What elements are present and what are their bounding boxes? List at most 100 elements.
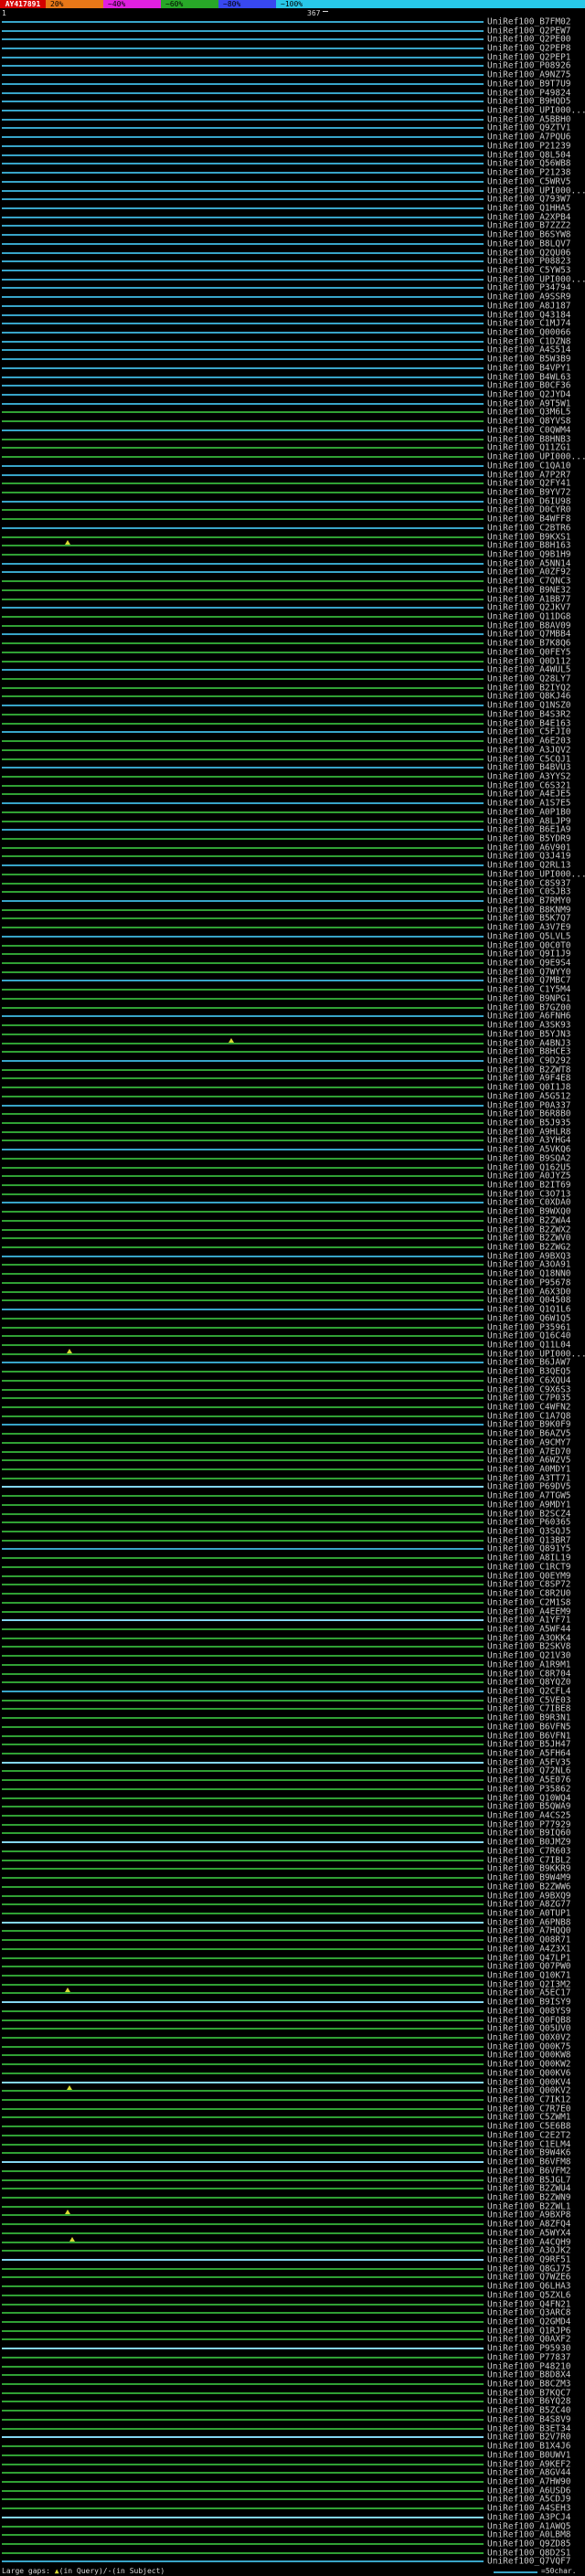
alignment-line[interactable] (2, 936, 484, 938)
alignment-line[interactable] (2, 1948, 484, 1950)
alignment-line[interactable] (2, 2507, 484, 2509)
alignment-line[interactable] (2, 616, 484, 618)
alignment-line[interactable] (2, 2552, 484, 2554)
alignment-line[interactable] (2, 1957, 484, 1959)
alignment-line[interactable] (2, 1478, 484, 1479)
alignment-line[interactable] (2, 2321, 484, 2323)
alignment-line[interactable] (2, 2054, 484, 2056)
alignment-line[interactable] (2, 1211, 484, 1213)
alignment-line[interactable] (2, 119, 484, 121)
alignment-line[interactable] (2, 2206, 484, 2208)
alignment-line[interactable] (2, 1389, 484, 1391)
alignment-line[interactable] (2, 1397, 484, 1399)
alignment-line[interactable] (2, 2366, 484, 2368)
alignment-line[interactable] (2, 411, 484, 413)
alignment-line[interactable] (2, 2392, 484, 2394)
alignment-line[interactable] (2, 207, 484, 209)
alignment-line[interactable] (2, 305, 484, 307)
alignment-line[interactable] (2, 323, 484, 324)
alignment-line[interactable] (2, 48, 484, 49)
alignment-line[interactable] (2, 2445, 484, 2447)
alignment-line[interactable] (2, 695, 484, 697)
alignment-line[interactable] (2, 1832, 484, 1834)
alignment-line[interactable] (2, 1291, 484, 1293)
alignment-line[interactable] (2, 217, 484, 218)
alignment-line[interactable] (2, 447, 484, 449)
alignment-line[interactable] (2, 92, 484, 94)
alignment-line[interactable] (2, 2526, 484, 2528)
alignment-line[interactable] (2, 1256, 484, 1257)
alignment-line[interactable] (2, 110, 484, 111)
alignment-line[interactable] (2, 589, 484, 591)
alignment-line[interactable] (2, 1513, 484, 1515)
alignment-line[interactable] (2, 855, 484, 857)
alignment-line[interactable] (2, 127, 484, 129)
alignment-line[interactable] (2, 1664, 484, 1666)
alignment-line[interactable] (2, 21, 484, 23)
alignment-line[interactable] (2, 1193, 484, 1195)
alignment-line[interactable] (2, 172, 484, 174)
alignment-line[interactable] (2, 1770, 484, 1772)
alignment-line[interactable] (2, 30, 484, 32)
alignment-line[interactable] (2, 642, 484, 644)
alignment-line[interactable] (2, 1344, 484, 1346)
alignment-line[interactable] (2, 1788, 484, 1790)
alignment-line[interactable] (2, 349, 484, 351)
alignment-line[interactable] (2, 2543, 484, 2545)
alignment-line[interactable] (2, 847, 484, 849)
alignment-line[interactable] (2, 1451, 484, 1453)
alignment-line[interactable] (2, 785, 484, 787)
alignment-line[interactable] (2, 2144, 484, 2146)
alignment-line[interactable] (2, 767, 484, 769)
alignment-line[interactable] (2, 1424, 484, 1426)
alignment-line[interactable] (2, 474, 484, 476)
alignment-line[interactable] (2, 2001, 484, 2003)
alignment-line[interactable] (2, 740, 484, 742)
alignment-line[interactable] (2, 811, 484, 813)
alignment-line[interactable] (2, 802, 484, 804)
alignment-line[interactable] (2, 429, 484, 431)
alignment-line[interactable] (2, 2419, 484, 2421)
alignment-line[interactable] (2, 793, 484, 795)
alignment-line[interactable] (2, 1744, 484, 1745)
alignment-line[interactable] (2, 1815, 484, 1817)
alignment-line[interactable] (2, 1619, 484, 1621)
alignment-line[interactable] (2, 2472, 484, 2474)
alignment-line[interactable] (2, 1628, 484, 1630)
alignment-line[interactable] (2, 1318, 484, 1320)
alignment-line[interactable] (2, 1540, 484, 1542)
alignment-line[interactable] (2, 2357, 484, 2359)
alignment-line[interactable] (2, 1700, 484, 1701)
alignment-line[interactable] (2, 1886, 484, 1888)
alignment-line[interactable] (2, 1966, 484, 1967)
alignment-line[interactable] (2, 705, 484, 706)
alignment-line[interactable] (2, 163, 484, 164)
alignment-line[interactable] (2, 1353, 484, 1355)
alignment-line[interactable] (2, 545, 484, 546)
alignment-line[interactable] (2, 1105, 484, 1107)
alignment-line[interactable] (2, 661, 484, 663)
alignment-line[interactable] (2, 2338, 484, 2340)
alignment-line[interactable] (2, 456, 484, 458)
alignment-line[interactable] (2, 633, 484, 635)
alignment-line[interactable] (2, 394, 484, 396)
alignment-line[interactable] (2, 1850, 484, 1852)
alignment-line[interactable] (2, 1797, 484, 1799)
alignment-line[interactable] (2, 2560, 484, 2562)
alignment-line[interactable] (2, 945, 484, 947)
alignment-line[interactable] (2, 1220, 484, 1222)
alignment-line[interactable] (2, 332, 484, 334)
alignment-line[interactable] (2, 2285, 484, 2287)
alignment-line[interactable] (2, 2125, 484, 2127)
alignment-line[interactable] (2, 1131, 484, 1133)
alignment-line[interactable] (2, 1051, 484, 1053)
alignment-line[interactable] (2, 1868, 484, 1870)
alignment-line[interactable] (2, 2188, 484, 2189)
alignment-line[interactable] (2, 74, 484, 76)
alignment-line[interactable] (2, 1024, 484, 1026)
alignment-line[interactable] (2, 2046, 484, 2048)
alignment-line[interactable] (2, 1362, 484, 1363)
alignment-line[interactable] (2, 101, 484, 102)
alignment-line[interactable] (2, 234, 484, 236)
alignment-line[interactable] (2, 1043, 484, 1044)
